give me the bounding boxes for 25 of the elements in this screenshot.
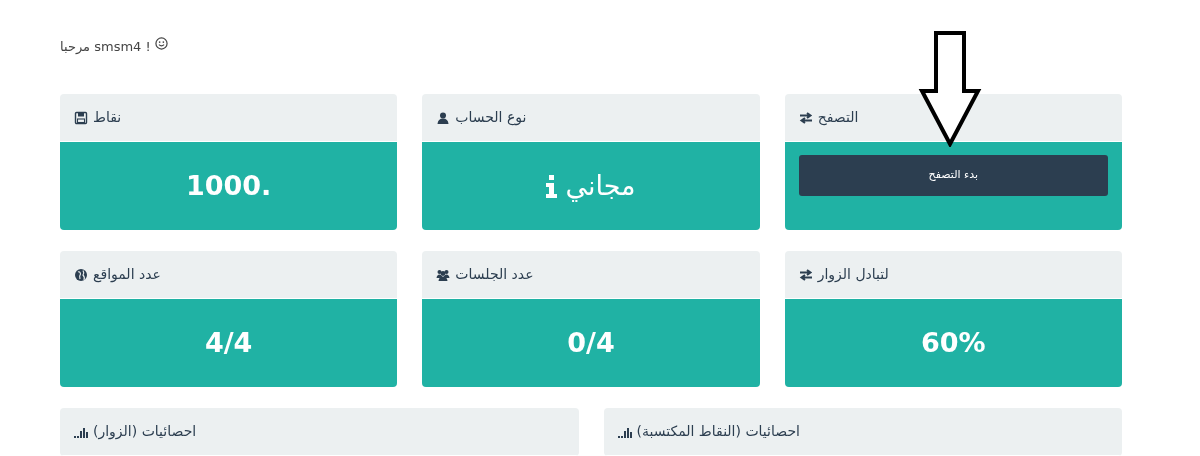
panel-value: مجاني	[565, 168, 636, 204]
greeting-text: مرحبا smsm4 !	[60, 38, 151, 56]
panel-title: احصائيات (الزوار)	[93, 422, 197, 442]
panel-value: 0/4	[567, 325, 615, 360]
start-browsing-button[interactable]: بدء التصفح	[798, 155, 1108, 196]
panel-value: 60%	[921, 325, 986, 360]
user-icon	[436, 110, 451, 125]
panel-value: 4/4	[204, 325, 253, 360]
bar-chart-icon	[617, 425, 632, 438]
exchange-icon	[798, 110, 813, 125]
save-icon	[74, 110, 88, 125]
users-icon	[436, 267, 451, 282]
panel-title: التصفح	[817, 108, 859, 128]
panel-title: نوع الحساب	[455, 108, 527, 128]
bar-chart-icon	[74, 425, 88, 438]
panel-title: عدد الجلسات	[455, 265, 534, 284]
panel-title: نقاط	[93, 108, 122, 127]
panel-title: لتبادل الزوار	[817, 265, 889, 285]
smiley-icon	[154, 37, 168, 50]
panel-title: عدد المواقع	[93, 265, 161, 285]
info-icon	[546, 174, 558, 198]
exchange-icon	[798, 267, 813, 282]
globe-icon	[74, 267, 88, 282]
panel-value: 1000.	[185, 168, 272, 203]
panel-title: احصائيات (النقاط المكتسبة)	[636, 422, 800, 441]
